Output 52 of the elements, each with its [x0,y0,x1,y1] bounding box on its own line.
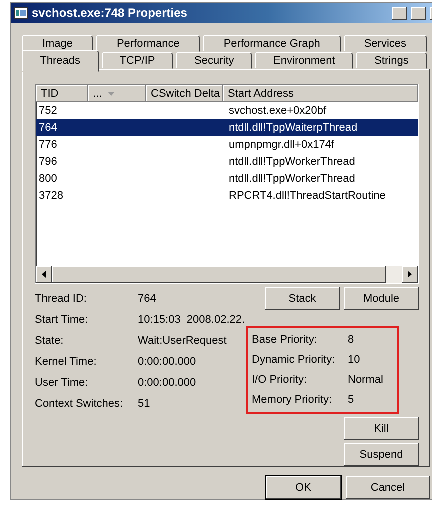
tab[interactable]: Strings [356,52,427,69]
priority-value: Normal [348,374,384,386]
field-label: Kernel Time: [35,356,98,368]
column-header[interactable]: CSwitch Delta [146,85,223,102]
field-label: Thread ID: [35,292,88,304]
column-header[interactable]: Start Address [223,85,418,102]
thread-row[interactable]: 800 ntdll.dll!TppWorkerThread [36,170,418,187]
field-label: Context Switches: [35,398,124,410]
tab[interactable]: Environment [255,52,354,69]
tab[interactable]: Performance [96,35,200,52]
priority-label: I/O Priority: [252,374,308,386]
field-value: 764 [138,292,158,304]
action-button[interactable]: Stack [265,287,340,310]
thread-row[interactable]: 776 umpnpmgr.dll+0x174f [36,136,418,153]
window-title: svchost.exe:748 Properties [32,6,188,20]
tab[interactable]: Performance Graph [203,35,341,52]
scroll-right-icon[interactable] [408,271,412,278]
field-value: 51 [138,398,152,410]
thread-row[interactable]: 752 svchost.exe+0x20bf [36,102,418,119]
horizontal-scrollbar[interactable] [36,266,418,283]
dialog-button[interactable]: Cancel [346,476,430,499]
tab[interactable]: Threads [22,50,99,72]
caret-icon [108,92,116,96]
action-button[interactable]: Kill [344,417,419,440]
field-value: 10:15:03 2008.02.22. [138,314,246,326]
field-label: Start Time: [35,314,90,326]
priority-value: 10 [348,354,362,366]
priority-label: Memory Priority: [252,394,334,406]
field-value: 0:00:00.000 [138,356,198,368]
dialog-button[interactable]: OK [266,476,341,499]
field-label: User Time: [35,376,90,388]
priority-value: 5 [348,394,356,406]
thread-row[interactable]: 796 ntdll.dll!TppWorkerThread [36,153,418,170]
window-app-icon [14,7,28,19]
priority-label: Dynamic Priority: [252,354,336,366]
minimize-button[interactable] [392,6,407,20]
tab[interactable]: TCP/IP [102,52,174,69]
action-button[interactable]: Module [344,287,419,310]
tab[interactable]: Services [344,35,427,52]
priority-label: Base Priority: [252,334,318,346]
tab[interactable]: Security [176,52,252,69]
maximize-button[interactable] [411,6,426,20]
column-header[interactable]: TID [36,85,88,102]
thread-row[interactable]: 3728 RPCRT4.dll!ThreadStartRoutine [36,187,418,204]
column-header[interactable]: ... [88,85,146,102]
thread-row[interactable]: 764 ntdll.dll!TppWaiterpThread [36,119,418,136]
field-value: Wait:UserRequest [138,334,228,346]
action-button[interactable]: Suspend [344,443,419,466]
scroll-left-icon[interactable] [42,271,46,278]
priority-value: 8 [348,334,356,346]
field-label: State: [35,334,65,346]
field-value: 0:00:00.000 [138,376,198,388]
